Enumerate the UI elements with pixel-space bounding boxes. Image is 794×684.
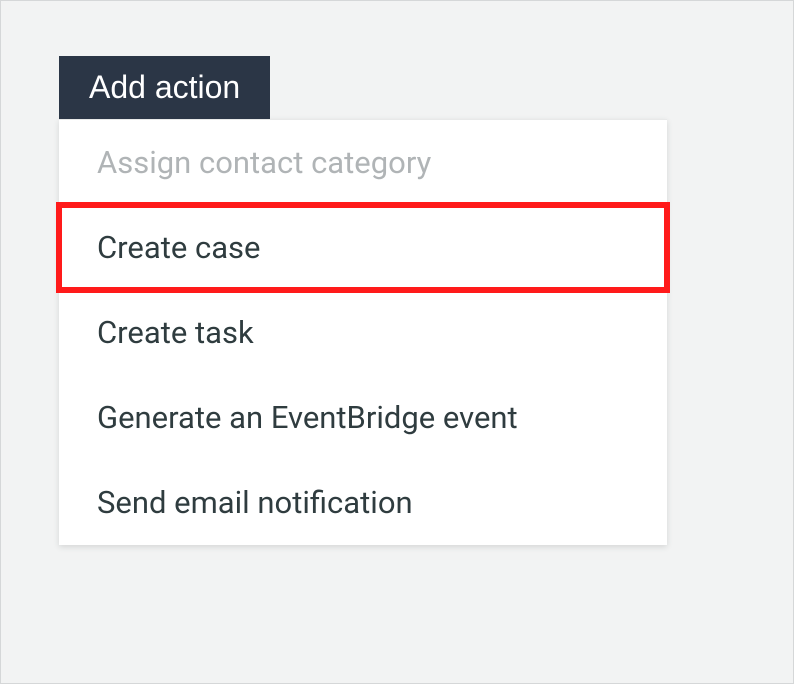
add-action-label: Add action <box>89 69 240 105</box>
dropdown-item-create-case[interactable]: Create case <box>59 205 667 290</box>
dropdown-item-send-email-notification[interactable]: Send email notification <box>59 460 667 545</box>
dropdown-item-assign-contact-category: Assign contact category <box>59 120 667 205</box>
dropdown-item-label: Create case <box>97 229 261 266</box>
add-action-button[interactable]: Add action <box>59 56 270 119</box>
dropdown-item-label: Assign contact category <box>97 144 431 181</box>
dropdown-item-label: Generate an EventBridge event <box>97 399 518 436</box>
dropdown-item-generate-eventbridge-event[interactable]: Generate an EventBridge event <box>59 375 667 460</box>
dropdown-container: Add action Assign contact category Creat… <box>59 56 667 545</box>
dropdown-item-label: Create task <box>97 314 254 351</box>
action-dropdown: Assign contact category Create case Crea… <box>59 119 667 545</box>
dropdown-item-create-task[interactable]: Create task <box>59 290 667 375</box>
dropdown-item-label: Send email notification <box>97 484 413 521</box>
